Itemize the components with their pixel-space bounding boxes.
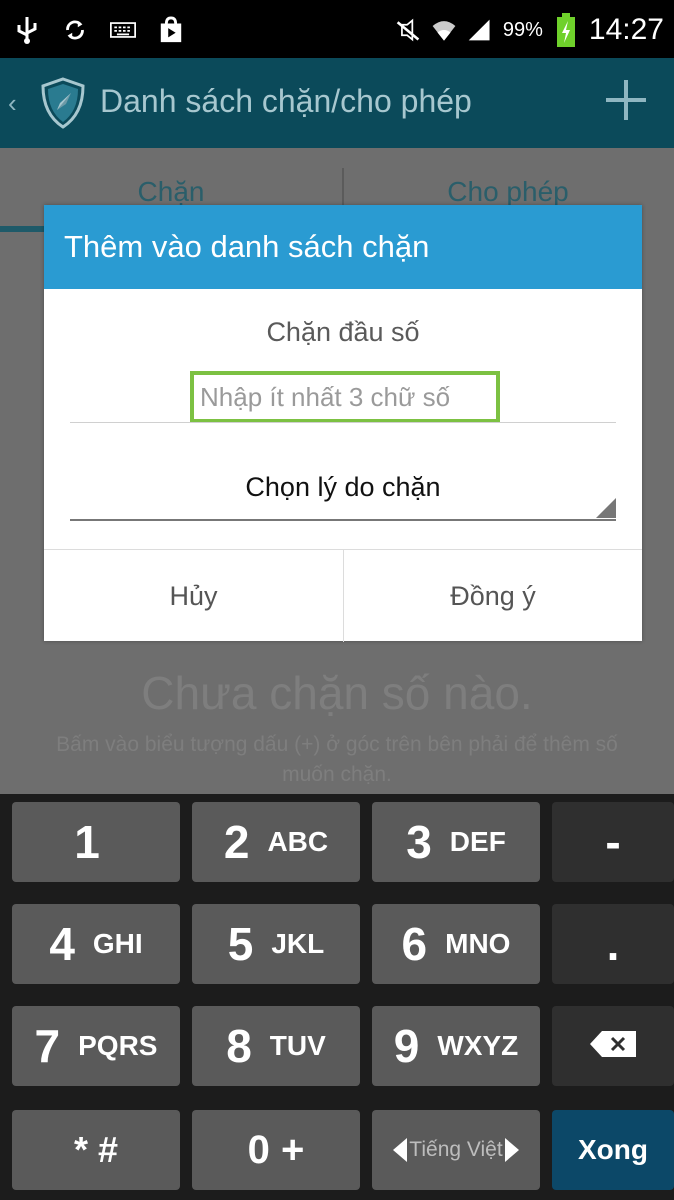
- key-letters: ABC: [267, 826, 329, 857]
- status-left-icons: [14, 10, 184, 50]
- key-6[interactable]: 6 MNO: [372, 904, 540, 984]
- block-reason-select[interactable]: Chọn lý do chặn: [70, 450, 616, 522]
- left-arrow-icon: [393, 1138, 408, 1162]
- key-0-plus[interactable]: 0 +: [192, 1110, 360, 1190]
- shield-logo-icon[interactable]: [38, 76, 88, 130]
- key-digit: 5: [227, 918, 254, 970]
- key-digit: 0 +: [247, 1127, 305, 1172]
- dialog-buttons: Hủy Đồng ý: [44, 549, 642, 642]
- key-letters: JKL: [271, 928, 325, 959]
- app-bar: ‹ Danh sách chặn/cho phép: [0, 58, 674, 148]
- key-letters: DEF: [449, 826, 506, 857]
- battery-charging-icon: [553, 13, 579, 47]
- key-star-hash[interactable]: * #: [12, 1110, 180, 1190]
- mute-icon: [395, 15, 421, 45]
- key-digit: 9: [393, 1020, 420, 1072]
- backspace-icon: [588, 1029, 638, 1064]
- key-digit: 6: [401, 918, 428, 970]
- add-to-blocklist-dialog: Thêm vào danh sách chặn Chặn đầu số Chọn…: [44, 205, 642, 642]
- key-letters: GHI: [92, 928, 143, 959]
- select-underline: [70, 519, 616, 521]
- key-digit: 1: [74, 816, 100, 868]
- language-key[interactable]: Tiếng Việt: [372, 1110, 540, 1190]
- cancel-button[interactable]: Hủy: [44, 550, 343, 642]
- signal-icon: [467, 15, 493, 45]
- prefix-number-input[interactable]: [190, 371, 500, 423]
- play-store-icon: [158, 15, 184, 45]
- key-letters: MNO: [445, 928, 511, 959]
- key-symbol: .: [606, 918, 620, 970]
- key-5[interactable]: 5 JKL: [192, 904, 360, 984]
- key-digit: 7: [34, 1020, 61, 1072]
- keyboard-icon: [110, 15, 136, 45]
- key-digit: 3: [406, 816, 432, 868]
- dialog-header: Thêm vào danh sách chặn: [44, 205, 642, 289]
- wifi-icon: [431, 15, 457, 45]
- key-letters: PQRS: [78, 1030, 158, 1061]
- dialog-title: Thêm vào danh sách chặn: [64, 229, 430, 264]
- sync-icon: [62, 15, 88, 45]
- page-title: Danh sách chặn/cho phép: [100, 83, 472, 119]
- key-symbol: * #: [73, 1129, 119, 1170]
- battery-percent: 99%: [502, 18, 543, 41]
- input-underline: [70, 422, 616, 423]
- language-label: Tiếng Việt: [409, 1138, 503, 1161]
- done-label: Xong: [578, 1134, 648, 1165]
- key-dash[interactable]: -: [552, 802, 674, 882]
- key-2[interactable]: 2 ABC: [192, 802, 360, 882]
- dropdown-triangle-icon: [596, 498, 616, 518]
- key-letters: TUV: [269, 1030, 326, 1061]
- clock: 14:27: [588, 13, 664, 46]
- done-key[interactable]: Xong: [552, 1110, 674, 1190]
- key-dot[interactable]: .: [552, 904, 674, 984]
- usb-icon: [14, 15, 40, 45]
- back-chevron-icon[interactable]: ‹: [8, 88, 17, 119]
- key-symbol: -: [605, 816, 621, 868]
- key-3[interactable]: 3 DEF: [372, 802, 540, 882]
- dialog-subtitle: Chặn đầu số: [266, 317, 420, 347]
- status-right-icons: 99% 14:27: [395, 8, 664, 52]
- key-4[interactable]: 4 GHI: [12, 904, 180, 984]
- block-reason-label: Chọn lý do chặn: [245, 472, 441, 502]
- status-bar: 99% 14:27: [0, 0, 674, 58]
- empty-state-title: Chưa chặn số nào.: [141, 667, 533, 719]
- key-digit: 2: [223, 816, 250, 868]
- add-icon[interactable]: [602, 76, 650, 124]
- backspace-key[interactable]: [552, 1006, 674, 1086]
- key-9[interactable]: 9 WXYZ: [372, 1006, 540, 1086]
- key-8[interactable]: 8 TUV: [192, 1006, 360, 1086]
- empty-state-description: Bấm vào biểu tượng dấu (+) ở góc trên bê…: [56, 733, 618, 786]
- ok-button[interactable]: Đồng ý: [344, 550, 642, 642]
- key-1[interactable]: 1: [12, 802, 180, 882]
- numeric-keyboard: 1 2 ABC 3 DEF - 4 GHI 5 JKL 6 MNO . 7 PQ…: [0, 794, 674, 1200]
- key-digit: 8: [226, 1020, 252, 1072]
- key-digit: 4: [49, 918, 75, 970]
- key-letters: WXYZ: [437, 1030, 519, 1061]
- right-arrow-icon: [504, 1138, 519, 1162]
- key-7[interactable]: 7 PQRS: [12, 1006, 180, 1086]
